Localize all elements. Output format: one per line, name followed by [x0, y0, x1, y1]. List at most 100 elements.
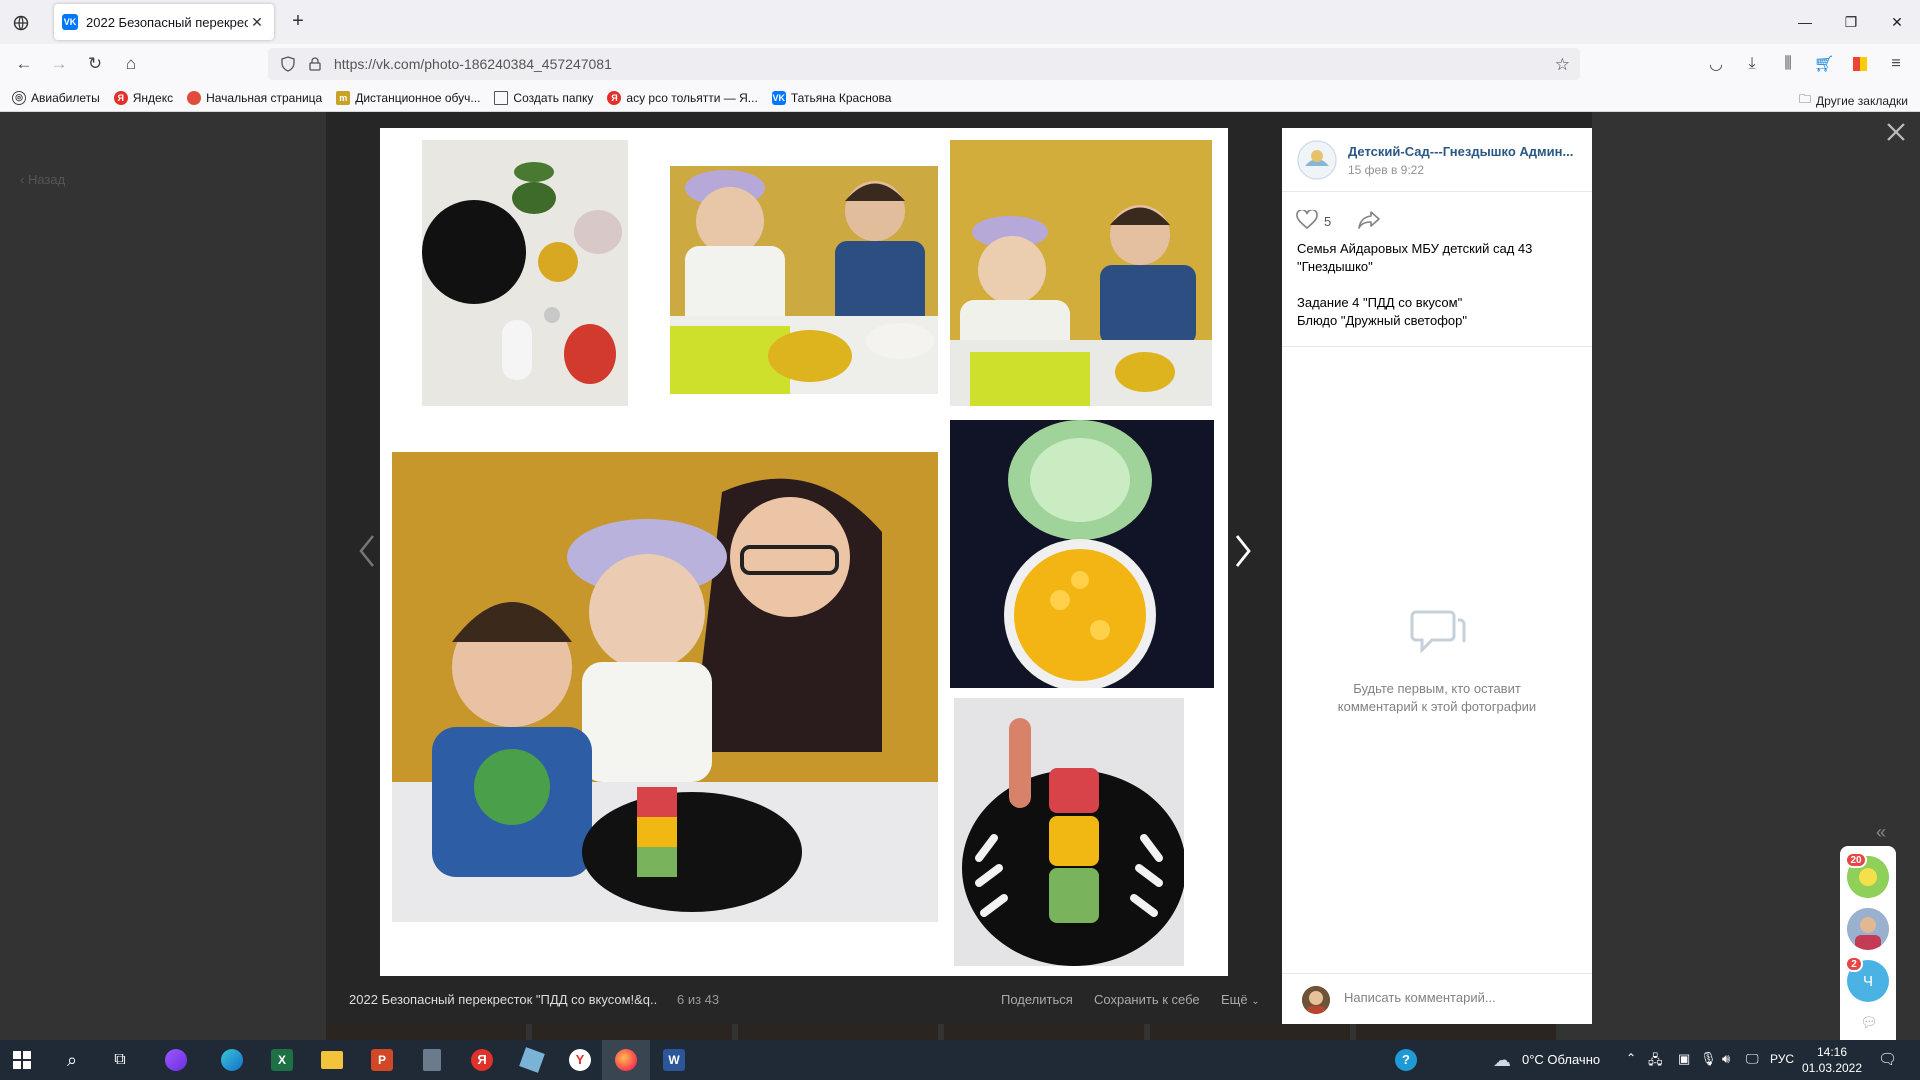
pocket-icon[interactable]: ◡	[1704, 52, 1728, 76]
search-icon[interactable]: ⌕	[58, 1046, 86, 1074]
app-icon[interactable]	[518, 1046, 546, 1074]
forward-icon[interactable]: →	[47, 52, 71, 76]
like-heart-icon[interactable]	[1296, 208, 1318, 233]
chat-dock: 20 Ч 2 💬︎	[1840, 846, 1896, 1040]
bookmarks-bar: ◎ Авиабилеты Я Яндекс Начальная страница m…	[0, 84, 1920, 112]
photo-kids-chopping	[670, 166, 938, 394]
yandex-browser-icon[interactable]: Y	[566, 1046, 594, 1074]
tray-network-icon[interactable]: 🖧︎	[1648, 1051, 1663, 1073]
bookmark-item[interactable]: Создать папку	[494, 90, 593, 105]
comment-bar: Написать комментарий...	[1282, 973, 1592, 1024]
other-bookmarks[interactable]: 🗀 Другие закладки	[1799, 90, 1908, 111]
bookmark-star-icon[interactable]: ☆	[1555, 55, 1570, 75]
bookmark-item[interactable]: m Дистанционное обуч...	[336, 90, 480, 105]
restore-icon[interactable]: ❐	[1828, 0, 1874, 44]
author-name-link[interactable]: Детский-Сад---Гнездышко Админ...	[1348, 144, 1578, 159]
url-text: https://vk.com/photo-186240384_457247081	[334, 56, 612, 72]
edge-icon[interactable]	[218, 1046, 246, 1074]
close-window-icon[interactable]: ✕	[1874, 0, 1920, 44]
share-button[interactable]: Поделиться	[1001, 992, 1073, 1007]
unread-badge: 2	[1845, 956, 1863, 972]
photo-footer: 2022 Безопасный перекресток "ПДД со вкус…	[349, 990, 1261, 1012]
word-icon[interactable]: W	[660, 1046, 688, 1074]
cart-icon[interactable]: 🛒︎	[1812, 52, 1836, 76]
volume-icon[interactable]: 🔊︎	[1722, 1051, 1730, 1067]
close-viewer-icon[interactable]	[1884, 120, 1908, 144]
collapse-dock-icon[interactable]: «	[1876, 822, 1886, 843]
extension-flag-icon[interactable]	[1848, 52, 1872, 76]
photo-kids-eating	[950, 140, 1212, 406]
photo-ingredients	[422, 140, 628, 406]
file-explorer-icon[interactable]	[318, 1046, 346, 1074]
like-count: 5	[1324, 214, 1332, 229]
tab-close-icon[interactable]: ✕	[248, 14, 266, 31]
library-icon[interactable]: ⫼	[1776, 52, 1800, 76]
bookmark-item[interactable]: VK Татьяна Краснова	[771, 90, 891, 105]
post-date[interactable]: 15 фев в 9:22	[1348, 163, 1424, 177]
more-button[interactable]: Ещё ⌄	[1221, 992, 1260, 1007]
comments-bubble-icon	[1410, 606, 1466, 656]
firefox-icon[interactable]	[612, 1046, 640, 1074]
photo-side-panel: Детский-Сад---Гнездышко Админ... 15 фев …	[1282, 128, 1592, 1024]
post-actions: 5	[1296, 208, 1381, 233]
author-avatar[interactable]	[1297, 140, 1337, 180]
weather-text[interactable]: 0°C Облачно	[1522, 1052, 1600, 1067]
microphone-icon[interactable]: 🎙︎	[1700, 1051, 1717, 1067]
album-title-link[interactable]: 2022 Безопасный перекресток "ПДД со вкус…	[349, 992, 657, 1007]
photo-collage[interactable]	[380, 128, 1228, 976]
prev-photo-arrow-icon[interactable]	[352, 526, 382, 576]
browser-tab-active[interactable]: VK 2022 Безопасный перекресток ✕	[54, 4, 274, 40]
reload-icon[interactable]: ↻	[83, 52, 107, 76]
calculator-icon[interactable]	[418, 1046, 446, 1074]
lock-icon[interactable]	[308, 57, 322, 71]
photo-counter: 6 из 43	[677, 992, 720, 1007]
downloads-icon[interactable]: ⤓	[1740, 52, 1764, 76]
chat-bubble-icon[interactable]: 💬︎	[1860, 1014, 1878, 1031]
notifications-icon[interactable]: 🗨︎	[1878, 1050, 1897, 1068]
help-icon[interactable]: ?	[1392, 1046, 1420, 1074]
yandex-icon[interactable]: Я	[468, 1046, 496, 1074]
powerpoint-icon[interactable]: P	[368, 1046, 396, 1074]
save-to-self-button[interactable]: Сохранить к себе	[1094, 992, 1200, 1007]
chat-avatar[interactable]	[1847, 908, 1889, 950]
tab-title: 2022 Безопасный перекресток	[86, 14, 248, 30]
new-tab-button[interactable]: +	[286, 10, 310, 34]
comment-input[interactable]: Написать комментарий...	[1344, 990, 1496, 1005]
windows-start-icon[interactable]	[8, 1046, 36, 1074]
next-photo-arrow-icon[interactable]	[1228, 526, 1258, 576]
vk-favicon-icon: VK	[62, 14, 78, 30]
bookmark-item[interactable]: Яасу рсо тольятти — Я...	[607, 90, 758, 105]
clock[interactable]: 14:16 01.03.2022	[1800, 1044, 1864, 1076]
browser-titlebar: VK 2022 Безопасный перекресток ✕ + — ❐ ✕	[0, 0, 1920, 44]
bookmark-item[interactable]: ◎ Авиабилеты	[12, 90, 100, 105]
unread-badge: 20	[1845, 852, 1867, 868]
menu-icon[interactable]: ≡	[1884, 52, 1908, 76]
tab-list-icon[interactable]	[10, 12, 32, 34]
language-indicator[interactable]: РУС	[1770, 1052, 1794, 1066]
photo-family	[392, 452, 938, 922]
photo-cucumber-corn	[950, 420, 1214, 688]
task-view-icon[interactable]: ⧉	[106, 1046, 134, 1074]
current-user-avatar	[1302, 986, 1330, 1014]
share-arrow-icon[interactable]	[1357, 210, 1381, 233]
divider	[1282, 346, 1592, 347]
tray-chevron-up-icon[interactable]: ⌃	[1626, 1051, 1636, 1065]
bookmark-item[interactable]: Я Яндекс	[113, 90, 173, 105]
home-icon[interactable]: ⌂	[119, 52, 143, 76]
chevron-down-icon: ⌄	[1251, 996, 1260, 1007]
minimize-icon[interactable]: —	[1782, 0, 1828, 44]
address-bar[interactable]: https://vk.com/photo-186240384_457247081…	[268, 48, 1580, 80]
network-icon[interactable]: 🖵︎	[1746, 1051, 1759, 1067]
photo-traffic-light-dish	[954, 698, 1184, 966]
excel-icon[interactable]: X	[268, 1046, 296, 1074]
folder-icon: 🗀	[1799, 92, 1812, 106]
tracking-shield-icon[interactable]	[280, 56, 296, 72]
back-icon[interactable]: ←	[12, 52, 36, 76]
post-header: Детский-Сад---Гнездышко Админ... 15 фев …	[1282, 128, 1592, 192]
browser-navbar: ← → ↻ ⌂ https://vk.com/photo-186240384_4…	[0, 44, 1920, 84]
bookmark-item[interactable]: Начальная страница	[187, 90, 322, 105]
back-link[interactable]: ‹ Назад	[20, 172, 65, 187]
tray-app-icon[interactable]: ▣	[1678, 1051, 1690, 1067]
weather-cloud-icon[interactable]: ☁︎	[1488, 1046, 1516, 1074]
alice-icon[interactable]	[162, 1046, 190, 1074]
